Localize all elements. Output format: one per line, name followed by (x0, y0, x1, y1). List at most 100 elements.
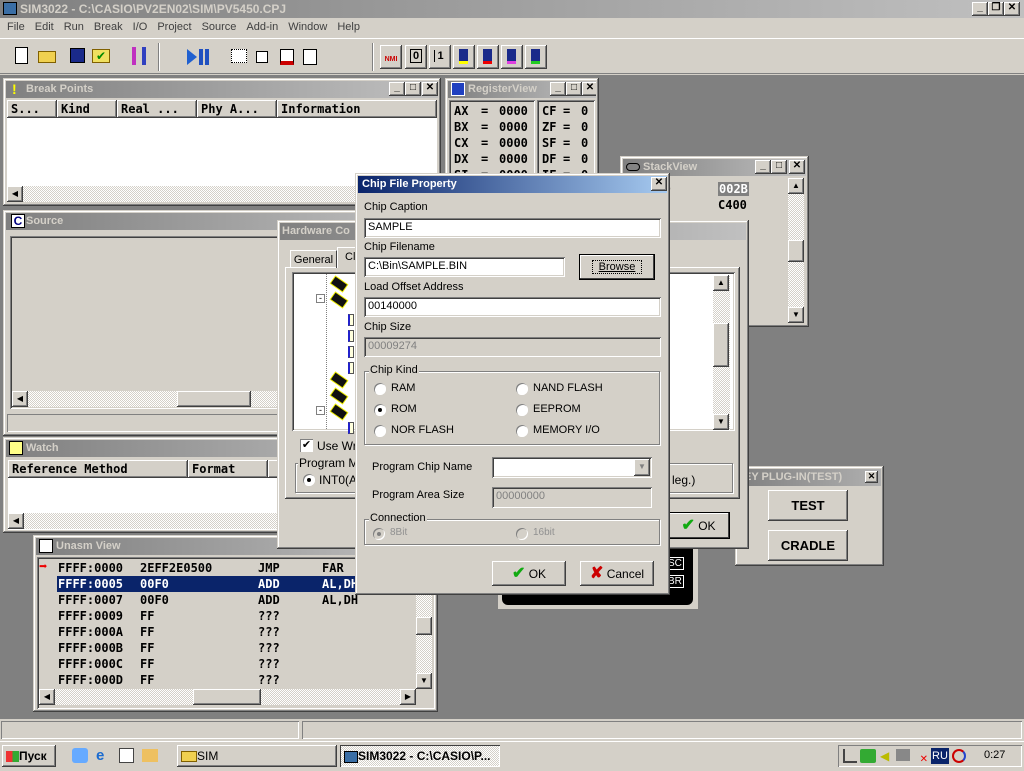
maximize-button[interactable]: □ (566, 82, 582, 96)
scroll-left-icon[interactable]: ◀ (7, 186, 23, 202)
step-out-icon[interactable] (303, 49, 317, 65)
load-offset-input[interactable]: 00140000 (364, 297, 661, 317)
menu-addin[interactable]: Add-in (241, 18, 283, 37)
column-header[interactable]: S... (7, 100, 57, 118)
menu-window[interactable]: Window (283, 18, 332, 37)
chip-caption-input[interactable]: SAMPLE (364, 218, 661, 238)
eeprom-radio[interactable] (516, 404, 528, 416)
volume-icon[interactable]: ◀ (880, 749, 894, 763)
quick-launch-show-desktop-icon[interactable] (72, 748, 88, 763)
start-button[interactable]: Пуск (2, 745, 56, 767)
battery4-button[interactable] (525, 45, 547, 69)
language-indicator[interactable]: RU (931, 748, 949, 764)
cancel-button[interactable]: ✘ Cancel (580, 561, 654, 586)
scroll-down-icon[interactable]: ▼ (416, 673, 432, 689)
quick-launch-notepad-icon[interactable] (119, 748, 134, 763)
quick-launch-app-icon[interactable] (142, 749, 158, 762)
ram-radio[interactable] (374, 383, 386, 395)
scroll-down-icon[interactable]: ▼ (713, 414, 729, 430)
scroll-up-icon[interactable]: ▲ (788, 178, 804, 194)
menu-break[interactable]: Break (89, 18, 128, 37)
column-header[interactable]: Phy A... (197, 100, 277, 118)
collapse-icon[interactable]: - (316, 294, 325, 303)
test-button[interactable]: TEST (768, 490, 848, 521)
safely-remove-icon[interactable] (860, 749, 876, 763)
nand-flash-radio[interactable] (516, 383, 528, 395)
scroll-thumb[interactable] (193, 689, 261, 705)
battery2-button[interactable] (477, 45, 499, 69)
vertical-scrollbar[interactable]: ▲ ▼ (788, 178, 804, 323)
close-button[interactable]: ✕ (651, 177, 667, 191)
horizontal-scrollbar[interactable]: ◀ ▶ (39, 689, 416, 705)
column-header[interactable]: Kind (57, 100, 117, 118)
port1-button[interactable]: 1 (429, 45, 451, 69)
menu-source[interactable]: Source (197, 18, 242, 37)
open-folder-icon[interactable] (38, 51, 56, 63)
usb-icon[interactable] (843, 749, 857, 763)
register-title-bar[interactable]: RegisterView _ □ ✕ (448, 81, 596, 98)
run-to-cursor-icon[interactable] (280, 49, 294, 65)
sync-icon[interactable] (952, 749, 966, 763)
rom-radio[interactable] (374, 404, 386, 416)
column-header[interactable]: Real ... (117, 100, 197, 118)
menu-io[interactable]: I/O (128, 18, 153, 37)
close-button[interactable]: ✕ (865, 471, 878, 483)
plugin-title-bar[interactable]: EY PLUG-IN(TEST) ✕ (738, 469, 881, 486)
column-header[interactable]: Information (277, 100, 437, 118)
battery1-button[interactable] (453, 45, 475, 69)
minimize-button[interactable]: _ (755, 160, 771, 174)
scroll-thumb[interactable] (788, 240, 804, 262)
pause-icon[interactable] (199, 49, 209, 65)
save-all-icon[interactable]: ✔ (92, 49, 110, 63)
close-button[interactable]: ✕ (789, 160, 805, 174)
menu-run[interactable]: Run (59, 18, 89, 37)
step-over-icon[interactable] (231, 49, 247, 63)
minimize-button[interactable]: _ (550, 82, 566, 96)
minimize-button[interactable]: _ (972, 2, 988, 16)
ok-button[interactable]: ✔ OK (492, 561, 566, 586)
scroll-thumb[interactable] (416, 617, 432, 635)
use-checkbox[interactable]: ✔ (300, 439, 313, 452)
new-file-icon[interactable] (15, 47, 28, 64)
breakpoints-title-bar[interactable]: ! Break Points _ □ ✕ (6, 81, 438, 98)
maximize-button[interactable]: □ (405, 82, 421, 96)
battery3-button[interactable] (501, 45, 523, 69)
network-disconnected-icon[interactable]: ✕ (914, 749, 928, 765)
monitor-icon[interactable] (896, 749, 910, 761)
dropdown-arrow-icon[interactable]: ▼ (634, 459, 650, 476)
menu-file[interactable]: File (2, 18, 30, 37)
int0-radio[interactable] (303, 474, 315, 486)
vertical-scrollbar[interactable]: ▲ ▼ (713, 275, 730, 430)
cradle-button[interactable]: CRADLE (768, 530, 848, 561)
close-button[interactable]: ✕ (1004, 2, 1020, 16)
scroll-thumb[interactable] (177, 391, 251, 407)
hwconfig-ok-button[interactable]: ✔ OK (668, 513, 729, 538)
step-into-icon[interactable] (256, 51, 268, 63)
restore-button[interactable]: ❐ (988, 2, 1004, 16)
scroll-thumb[interactable] (713, 323, 729, 367)
close-button[interactable]: ✕ (422, 82, 438, 96)
nor-flash-radio[interactable] (374, 425, 386, 437)
chip-filename-input[interactable]: C:\Bin\SAMPLE.BIN (364, 257, 565, 277)
scroll-right-icon[interactable]: ▶ (400, 689, 416, 705)
port0-button[interactable]: 0 (405, 45, 427, 69)
memory-io-radio[interactable] (516, 425, 528, 437)
browse-button[interactable]: Browse (580, 255, 654, 279)
task-sim-folder[interactable]: SIM (177, 745, 337, 767)
minimize-button[interactable]: _ (389, 82, 405, 96)
collapse-icon[interactable]: - (316, 406, 325, 415)
close-button[interactable]: ✕ (582, 82, 596, 96)
program-chip-name-select[interactable] (492, 457, 652, 478)
column-header[interactable]: Format (188, 460, 268, 478)
run-icon[interactable] (187, 49, 197, 65)
quick-launch-ie-icon[interactable]: e (96, 748, 112, 764)
menu-help[interactable]: Help (332, 18, 365, 37)
scroll-down-icon[interactable]: ▼ (788, 307, 804, 323)
scroll-up-icon[interactable]: ▲ (713, 275, 729, 291)
maximize-button[interactable]: □ (771, 160, 787, 174)
scroll-left-icon[interactable]: ◀ (12, 391, 28, 407)
save-icon[interactable] (70, 48, 85, 63)
menu-project[interactable]: Project (152, 18, 196, 37)
scroll-left-icon[interactable]: ◀ (8, 513, 24, 529)
scroll-left-icon[interactable]: ◀ (39, 689, 55, 705)
